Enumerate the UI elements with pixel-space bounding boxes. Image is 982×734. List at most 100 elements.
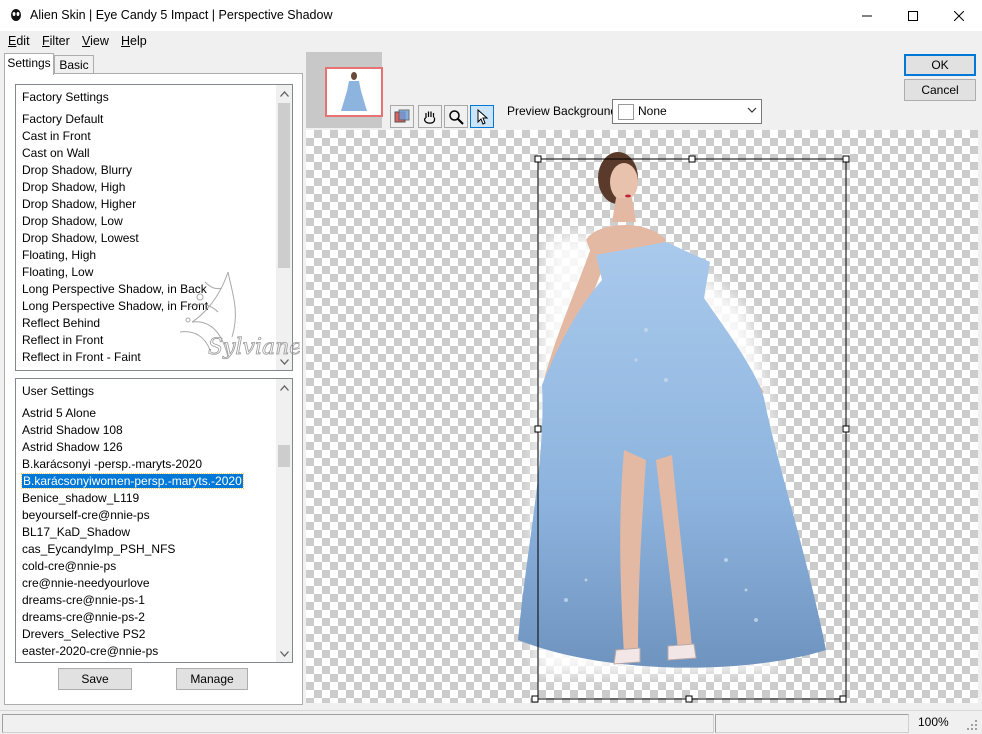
menu-edit[interactable]: Edit: [8, 34, 30, 48]
list-item[interactable]: Factory Default: [22, 111, 274, 128]
list-item-label: dreams-cre@nnie-ps-1: [22, 593, 145, 607]
save-button[interactable]: Save: [58, 668, 132, 690]
list-item[interactable]: Astrid Shadow 108: [22, 422, 274, 439]
preview-image: [518, 152, 850, 703]
list-item-label: Drop Shadow, Higher: [22, 197, 137, 211]
list-item[interactable]: B.karácsonyiwomen-persp.-maryts.-2020: [21, 473, 274, 490]
status-segment-main: [2, 714, 714, 733]
list-item-label: Benice_shadow_L119: [22, 491, 140, 505]
cancel-button[interactable]: Cancel: [904, 79, 976, 101]
list-item[interactable]: Drop Shadow, High: [22, 179, 274, 196]
list-item[interactable]: Astrid Shadow 126: [22, 439, 274, 456]
list-item[interactable]: Drevers_Selective PS2: [22, 626, 274, 643]
list-item-label: Reflect in Front - Faint: [22, 350, 141, 364]
list-item[interactable]: Astrid 5 Alone: [22, 405, 274, 422]
list-item-label: Astrid 5 Alone: [22, 406, 97, 420]
list-item-label: Reflect Behind: [22, 316, 101, 330]
list-item[interactable]: Benice_shadow_L119: [22, 490, 274, 507]
hand-icon: [423, 111, 436, 124]
list-item[interactable]: Drop Shadow, Blurry: [22, 162, 274, 179]
scroll-thumb[interactable]: [278, 103, 290, 268]
face: [610, 163, 638, 201]
settings-panel: Factory Settings Factory Default Cast in …: [4, 73, 303, 705]
list-item-label: Drop Shadow, High: [22, 180, 126, 194]
pointer-icon: [477, 108, 489, 125]
scroll-down-button[interactable]: [276, 645, 292, 662]
list-item[interactable]: BL17_KaD_Shadow: [22, 524, 274, 541]
user-scrollbar[interactable]: [276, 379, 292, 662]
menu-help[interactable]: Help: [121, 34, 147, 48]
chevron-down-icon: [279, 650, 289, 657]
resize-grip-icon[interactable]: [966, 719, 978, 731]
list-item-label: dreams-cre@nnie-ps-2: [22, 610, 145, 624]
list-item-label: Astrid Shadow 108: [22, 423, 123, 437]
list-item-label: cas_EycandyImp_PSH_NFS: [22, 542, 176, 556]
list-item[interactable]: dreams-cre@nnie-ps-1: [22, 592, 274, 609]
status-bar: 100%: [0, 710, 982, 734]
chevron-down-icon: [747, 107, 757, 113]
preview-toggle-button[interactable]: [390, 105, 414, 128]
list-item-label: BL17_KaD_Shadow: [22, 525, 131, 539]
list-item[interactable]: cold-cre@nnie-ps: [22, 558, 274, 575]
pointer-tool-button[interactable]: [470, 105, 494, 128]
scroll-up-button[interactable]: [276, 85, 292, 102]
list-item-label: Floating, High: [22, 248, 97, 262]
preview-background-label: Preview Background:: [507, 104, 621, 118]
list-item-label: cre@nnie-needyourlove: [22, 576, 150, 590]
scroll-thumb[interactable]: [278, 445, 290, 467]
tab-basic[interactable]: Basic: [54, 55, 94, 75]
list-item-label: Reflect in Front: [22, 333, 104, 347]
close-icon: [954, 10, 964, 21]
zoom-level: 100%: [918, 715, 949, 729]
title-bar: Alien Skin | Eye Candy 5 Impact | Perspe…: [0, 0, 982, 32]
list-item[interactable]: Drop Shadow, Higher: [22, 196, 274, 213]
preview-toggle-icon: [394, 109, 410, 122]
sylviane-watermark-logo: Sylviane: [179, 271, 300, 360]
close-button[interactable]: [936, 0, 982, 31]
list-item-label: B.karácsonyiwomen-persp.-maryts.-2020: [21, 473, 244, 489]
list-item-label: Cast on Wall: [22, 146, 90, 160]
watermark-text: Sylviane: [208, 335, 300, 360]
maximize-button[interactable]: [890, 0, 936, 31]
user-settings-items: Astrid 5 Alone Astrid Shadow 108 Astrid Sh…: [21, 405, 274, 660]
list-item[interactable]: Drop Shadow, Low: [22, 213, 274, 230]
user-settings-header: User Settings: [22, 384, 95, 398]
user-settings-list[interactable]: User Settings Astrid 5 Alone Astrid Shado…: [15, 378, 293, 663]
list-item-label: Drop Shadow, Low: [22, 214, 123, 228]
list-item[interactable]: Cast in Front: [22, 128, 274, 145]
manage-button[interactable]: Manage: [176, 668, 248, 690]
list-item[interactable]: B.karácsonyi -persp.-maryts-2020: [22, 456, 274, 473]
list-item-label: Drop Shadow, Blurry: [22, 163, 133, 177]
zoom-tool-button[interactable]: [444, 105, 468, 128]
list-item[interactable]: easter-2020-cre@nnie-ps: [22, 643, 274, 660]
preview-background-select[interactable]: None: [612, 99, 762, 124]
tab-settings[interactable]: Settings: [4, 53, 54, 75]
list-item[interactable]: Drop Shadow, Lowest: [22, 230, 274, 247]
background-swatch: [618, 104, 634, 120]
maximize-icon: [908, 10, 918, 21]
chevron-up-icon: [279, 90, 289, 97]
list-item-label: Drop Shadow, Lowest: [22, 231, 139, 245]
navigator-thumbnail[interactable]: [325, 67, 383, 117]
list-item[interactable]: Cast on Wall: [22, 145, 274, 162]
alien-skin-app-icon: [11, 9, 21, 21]
list-item[interactable]: cre@nnie-needyourlove: [22, 575, 274, 592]
chevron-up-icon: [279, 384, 289, 391]
status-segment-middle: [715, 714, 909, 733]
list-item-label: easter-2020-cre@nnie-ps: [22, 644, 159, 658]
list-item-label: Floating, Low: [22, 265, 94, 279]
list-item-label: B.karácsonyi -persp.-maryts-2020: [22, 457, 203, 471]
minimize-button[interactable]: [844, 0, 890, 31]
list-item-label: beyourself-cre@nnie-ps: [22, 508, 150, 522]
hand-tool-button[interactable]: [418, 105, 442, 128]
list-item-label: Factory Default: [22, 112, 104, 126]
list-item[interactable]: beyourself-cre@nnie-ps: [22, 507, 274, 524]
menu-filter[interactable]: Filter: [42, 34, 70, 48]
menu-view[interactable]: View: [82, 34, 109, 48]
list-item[interactable]: dreams-cre@nnie-ps-2: [22, 609, 274, 626]
list-item-label: cold-cre@nnie-ps: [22, 559, 117, 573]
preview-canvas[interactable]: [306, 130, 978, 703]
ok-button[interactable]: OK: [904, 54, 976, 76]
preview-background-value: None: [638, 104, 667, 118]
list-item[interactable]: cas_EycandyImp_PSH_NFS: [22, 541, 274, 558]
